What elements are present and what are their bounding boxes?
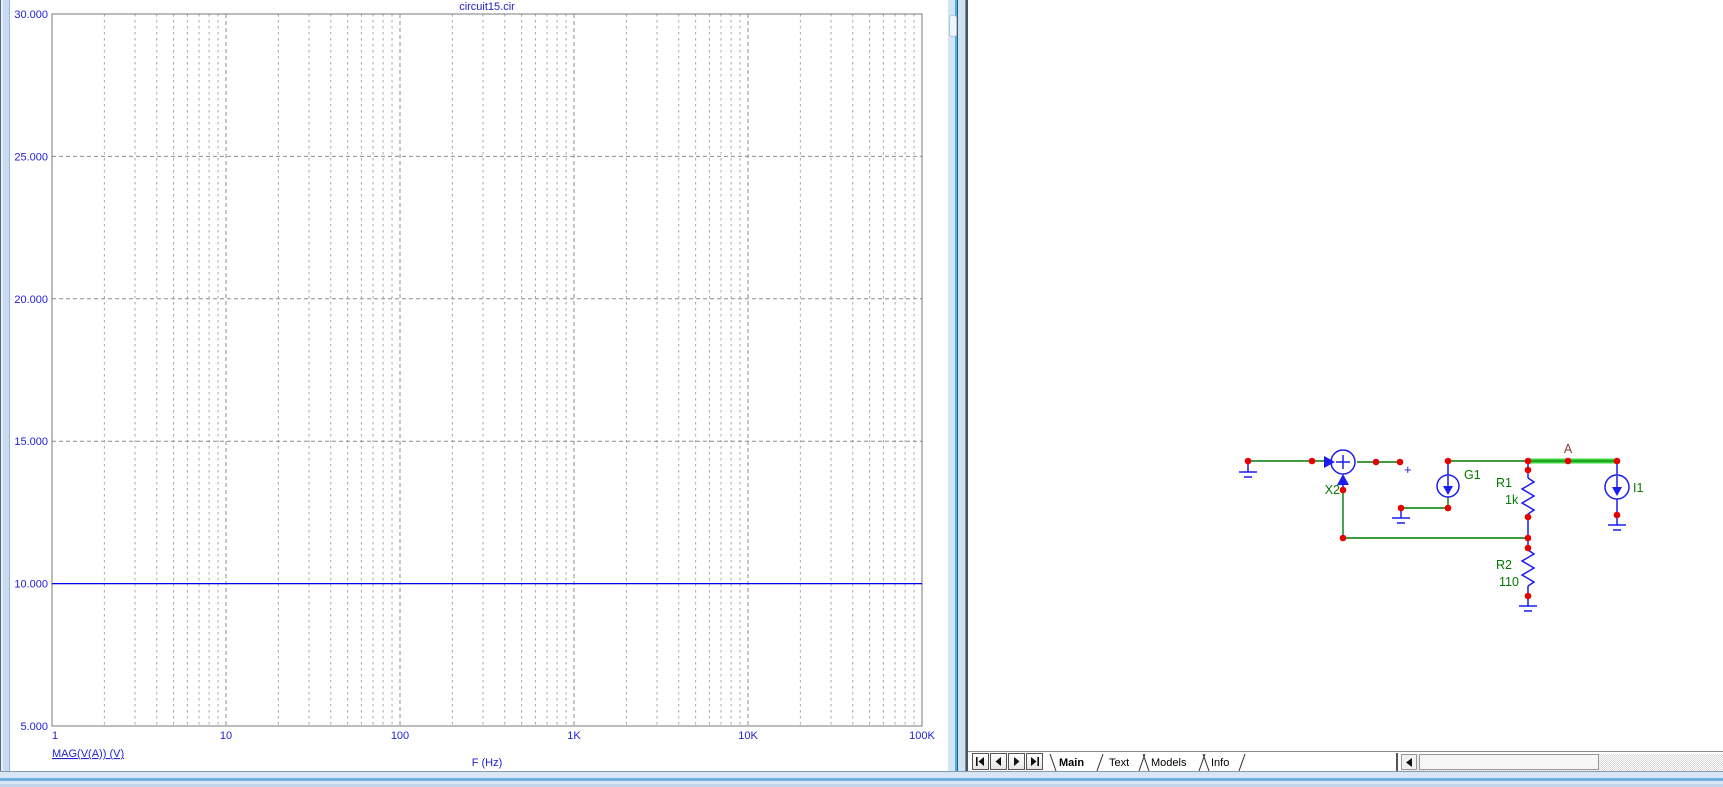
first-page-button[interactable] bbox=[972, 753, 989, 770]
y-axis-tick-label: 30.000 bbox=[14, 9, 48, 21]
next-page-icon bbox=[1014, 757, 1020, 766]
schematic-canvas[interactable]: X2 G1 R1 1k R2 110 I1 A + bbox=[968, 0, 1723, 751]
y-axis-tick-label: 20.000 bbox=[14, 294, 48, 306]
plot-axis-labels: 30.000 25.000 20.000 15.000 10.000 5.000 1 10 10… bbox=[14, 9, 935, 742]
page-tab-bar: Main Text Models Info bbox=[968, 751, 1723, 772]
analysis-plot-pane[interactable]: 30.000 25.000 20.000 15.000 10.000 5.000 1 10 10… bbox=[11, 0, 948, 771]
vertical-scrollbar-thumb[interactable] bbox=[949, 15, 957, 37]
last-page-button[interactable] bbox=[1026, 753, 1043, 770]
first-page-icon bbox=[976, 757, 984, 766]
window-bottom-border bbox=[0, 771, 1723, 787]
application-window: 30.000 25.000 20.000 15.000 10.000 5.000 1 10 10… bbox=[0, 0, 1723, 787]
plot-frame bbox=[51, 13, 923, 727]
x-axis-tick-label: 100K bbox=[909, 730, 935, 742]
component-value-r1[interactable]: 1k bbox=[1505, 493, 1519, 507]
component-value-r2[interactable]: 110 bbox=[1499, 575, 1519, 589]
component-label-r2[interactable]: R2 bbox=[1496, 558, 1512, 572]
tab-models[interactable]: Models bbox=[1151, 757, 1187, 769]
horizontal-scrollbar-thumb[interactable] bbox=[1419, 754, 1599, 770]
component-label-g1[interactable]: G1 bbox=[1464, 468, 1481, 482]
next-page-button[interactable] bbox=[1008, 753, 1025, 770]
x-axis-tick-label: 10 bbox=[220, 730, 232, 742]
plot-window-left-border bbox=[0, 0, 11, 771]
x-axis-tick-label: 1K bbox=[567, 730, 581, 742]
plus-marker: + bbox=[1404, 462, 1412, 477]
plot-window-right-border bbox=[948, 0, 968, 771]
x-axis-tick-label: 1 bbox=[52, 730, 58, 742]
prev-page-button[interactable] bbox=[990, 753, 1007, 770]
schematic-drawing: X2 G1 R1 1k R2 110 I1 A + bbox=[1239, 442, 1643, 612]
trace-legend-label[interactable]: MAG(V(A)) (V) bbox=[52, 748, 124, 760]
plot-grid bbox=[51, 13, 923, 727]
tab-main[interactable]: Main bbox=[1059, 757, 1084, 769]
prev-page-icon bbox=[995, 757, 1001, 766]
scroll-left-button[interactable] bbox=[1401, 754, 1417, 770]
tab-info[interactable]: Info bbox=[1211, 757, 1229, 769]
node-label-a[interactable]: A bbox=[1564, 442, 1573, 456]
tab-navigation-buttons bbox=[972, 753, 1043, 770]
x-axis-tick-label: 100 bbox=[391, 730, 409, 742]
tabstrip-end-divider bbox=[1396, 753, 1398, 771]
component-label-r1[interactable]: R1 bbox=[1496, 476, 1512, 490]
x-axis-tick-label: 10K bbox=[738, 730, 758, 742]
last-page-icon bbox=[1031, 757, 1039, 766]
y-axis-tick-label: 10.000 bbox=[14, 579, 48, 591]
component-i1-current-source-icon[interactable] bbox=[1604, 461, 1630, 515]
tab-strip: Main Text Models Info bbox=[1049, 753, 1246, 772]
y-axis-tick-label: 15.000 bbox=[14, 436, 48, 448]
x-axis-title: F (Hz) bbox=[472, 757, 503, 769]
horizontal-scrollbar[interactable] bbox=[1401, 754, 1723, 771]
left-arrow-icon bbox=[1406, 757, 1412, 767]
tab-text[interactable]: Text bbox=[1109, 757, 1129, 769]
component-label-i1[interactable]: I1 bbox=[1633, 481, 1643, 495]
junction-dots bbox=[1244, 457, 1621, 600]
wires[interactable] bbox=[1248, 460, 1528, 539]
plot-title: circuit15.cir bbox=[459, 1, 515, 13]
y-axis-tick-label: 5.000 bbox=[20, 721, 48, 733]
bode-plot: 30.000 25.000 20.000 15.000 10.000 5.000 1 10 10… bbox=[14, 1, 935, 769]
y-axis-tick-label: 25.000 bbox=[14, 151, 48, 163]
component-label-x2[interactable]: X2 bbox=[1325, 483, 1340, 497]
component-g1-current-source-icon[interactable] bbox=[1436, 461, 1460, 498]
